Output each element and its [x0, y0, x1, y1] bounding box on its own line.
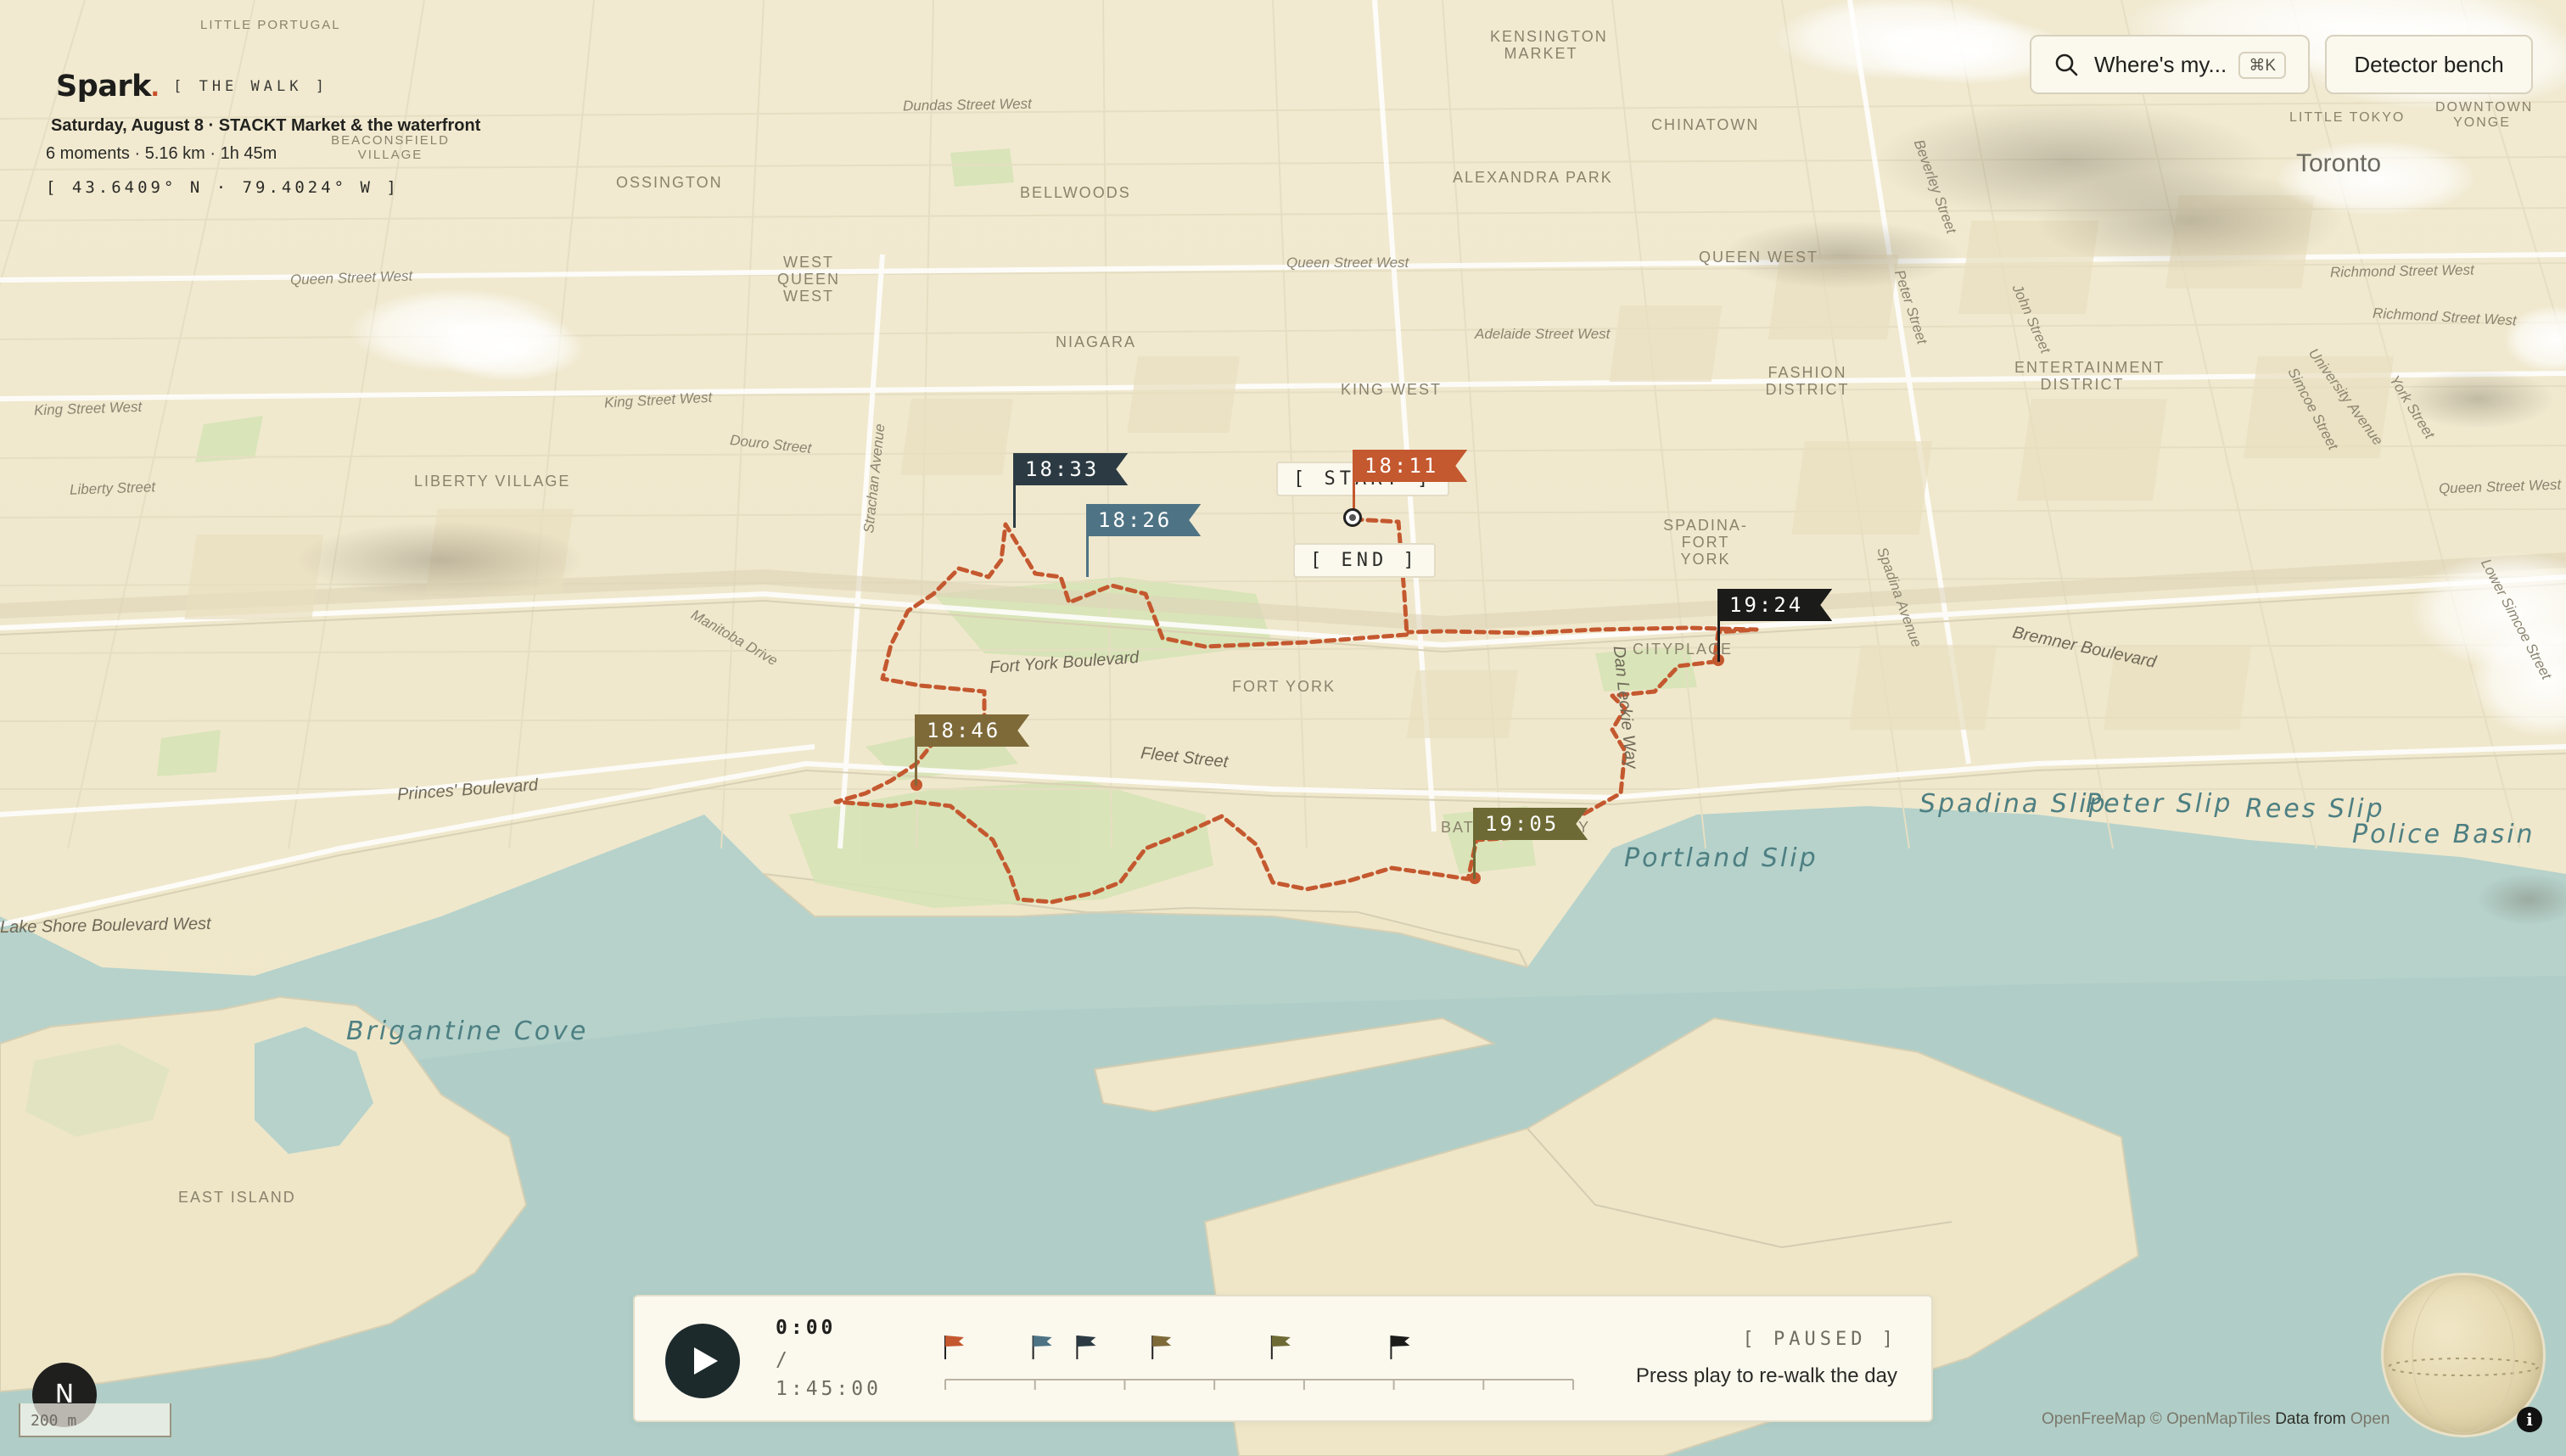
- brand: Spark. [ THE WALK ]: [56, 70, 328, 104]
- district-label: LIBERTY VILLAGE: [414, 473, 571, 490]
- moment-flag-1846[interactable]: 18:46: [915, 714, 1029, 747]
- search-shortcut: ⌘K: [2238, 52, 2286, 79]
- district-label: CHINATOWN: [1651, 116, 1760, 133]
- search-placeholder: Where's my...: [2094, 51, 2227, 77]
- timeline-moment-flag[interactable]: [1390, 1336, 1410, 1359]
- district-label: KENSINGTON MARKET: [1490, 28, 1608, 62]
- search-button[interactable]: Where's my... ⌘K: [2030, 35, 2310, 94]
- attribution-data: Data from: [2275, 1410, 2346, 1428]
- playback-panel: 0:00 / 1:45:00 [ PAUSED ] Press play to …: [633, 1295, 1933, 1422]
- district-label: FASHION DISTRICT: [1765, 364, 1850, 398]
- brand-tag: [ THE WALK ]: [173, 78, 328, 95]
- start-marker[interactable]: [1343, 508, 1362, 527]
- playback-hint: Press play to re-walk the day: [1635, 1364, 1897, 1387]
- playback-status: [ PAUSED ]: [1742, 1329, 1897, 1350]
- scale-bar: 200 m: [19, 1403, 171, 1437]
- time-separator: /: [776, 1349, 787, 1371]
- water-label: Peter Slip: [2086, 789, 2233, 819]
- map-canvas[interactable]: [0, 0, 2566, 1456]
- street-label: Liberty Street: [69, 479, 156, 498]
- search-icon: [2055, 53, 2078, 76]
- district-label: BEACONSFIELD VILLAGE: [331, 133, 450, 162]
- district-label: EAST ISLAND: [178, 1189, 296, 1206]
- district-label: DOWNTOWN YONGE: [2435, 100, 2534, 130]
- walk-stats: 6 moments · 5.16 km · 1h 45m: [46, 144, 277, 163]
- street-label: Adelaide Street West: [1475, 326, 1611, 342]
- timeline-scrubber[interactable]: [937, 1325, 1582, 1402]
- district-label: OSSINGTON: [616, 174, 723, 191]
- street-label: Lake Shore Boulevard West: [0, 914, 211, 938]
- water-label: Police Basin: [2352, 820, 2535, 849]
- district-label: NIAGARA: [1056, 333, 1137, 350]
- timeline-moment-flag[interactable]: [944, 1336, 964, 1359]
- brand-dot: .: [150, 70, 160, 103]
- street-label: Queen Street West: [1286, 255, 1409, 271]
- time-total: 1:45:00: [776, 1378, 882, 1400]
- moment-flag-1826[interactable]: 18:26: [1086, 504, 1201, 536]
- district-label: BELLWOODS: [1020, 184, 1131, 201]
- district-label: SPADINA-FORT YORK: [1663, 517, 1748, 568]
- play-icon: [694, 1347, 718, 1375]
- district-label: QUEEN WEST: [1699, 249, 1819, 266]
- district-label: LITTLE TOKYO: [2289, 110, 2406, 125]
- city-label: Toronto: [2296, 149, 2382, 177]
- street-label: Richmond Street West: [2329, 261, 2474, 281]
- timeline-moment-flag[interactable]: [1151, 1336, 1172, 1359]
- play-button[interactable]: [665, 1324, 740, 1398]
- street-label: Dundas Street West: [902, 95, 1032, 115]
- water-label: Spadina Slip: [1919, 789, 2108, 819]
- walk-subtitle: Saturday, August 8 · STACKT Market & the…: [51, 116, 481, 135]
- timeline-moment-flag[interactable]: [1076, 1336, 1096, 1359]
- water-label: Brigantine Cove: [346, 1016, 589, 1046]
- moment-flag-1924[interactable]: 19:24: [1717, 589, 1832, 621]
- attribution-suffix[interactable]: Open: [2350, 1410, 2390, 1428]
- end-label: [ END ]: [1293, 543, 1436, 578]
- moment-flag-1811[interactable]: 18:11: [1353, 450, 1467, 482]
- water-label: Portland Slip: [1624, 843, 1818, 873]
- info-icon[interactable]: i: [2517, 1407, 2542, 1432]
- moment-flag-1905[interactable]: 19:05: [1473, 808, 1588, 840]
- timeline-moment-flag[interactable]: [1270, 1336, 1291, 1359]
- district-label: LITTLE PORTUGAL: [200, 18, 341, 32]
- attribution-prefix[interactable]: OpenFreeMap © OpenMapTiles: [2042, 1410, 2271, 1428]
- time-current: 0:00: [776, 1317, 837, 1339]
- brand-name: Spark: [56, 70, 151, 104]
- district-label: ALEXANDRA PARK: [1453, 169, 1613, 186]
- district-label: KING WEST: [1341, 381, 1443, 398]
- map-app: LITTLE PORTUGAL KENSINGTON MARKET CHINAT…: [0, 0, 2566, 1456]
- district-label: WEST QUEEN WEST: [776, 254, 840, 305]
- district-label: FORT YORK: [1232, 678, 1336, 695]
- walk-coordinates: [ 43.6409° N · 79.4024° W ]: [46, 178, 400, 197]
- map-attribution[interactable]: OpenFreeMap © OpenMapTiles Data from Ope…: [2042, 1410, 2390, 1429]
- timeline-moment-flag[interactable]: [1032, 1336, 1052, 1359]
- district-label: ENTERTAINMENT DISTRICT: [2014, 359, 2165, 393]
- moment-flag-1833[interactable]: 18:33: [1013, 453, 1128, 485]
- detector-bench-button[interactable]: Detector bench: [2325, 35, 2533, 94]
